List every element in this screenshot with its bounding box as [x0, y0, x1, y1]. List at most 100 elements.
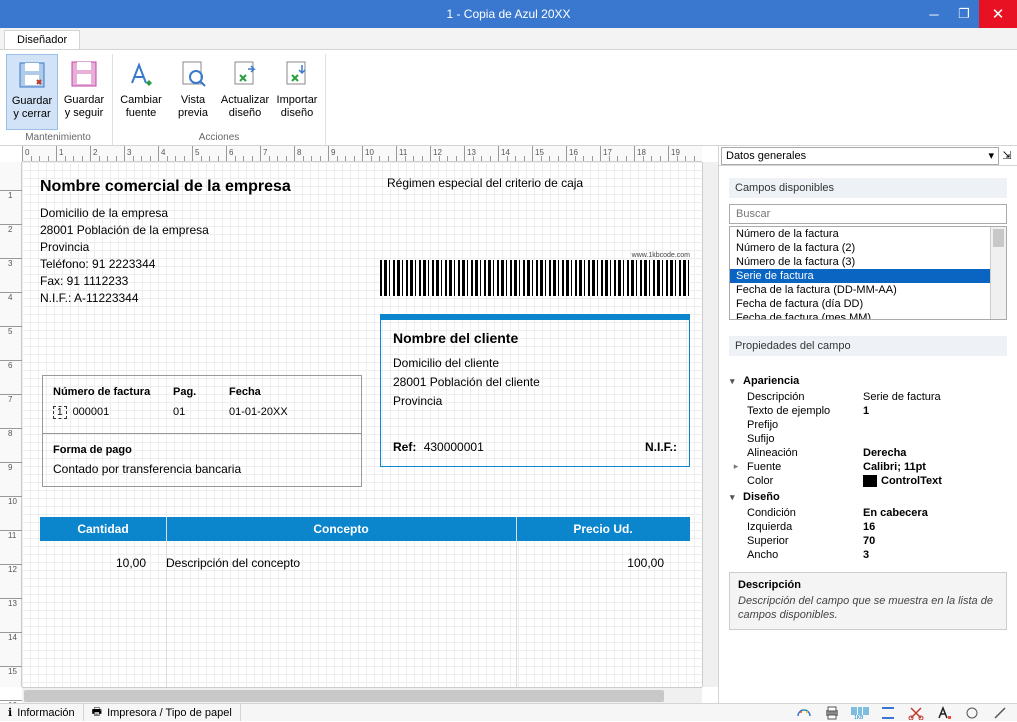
prop-izquierda[interactable]: Izquierda16	[729, 520, 1007, 534]
properties-panel: Datos generales ▾ ⇲ Campos disponibles N…	[718, 146, 1017, 703]
close-button[interactable]: ✕	[979, 0, 1017, 28]
ribbon-group-label-actions: Acciones	[115, 130, 323, 145]
tool-icons: 1KB	[795, 706, 1017, 720]
company-zip-city[interactable]: 28001 Población de la empresa	[40, 223, 692, 237]
invoice-meta-header: Número de factura Pag. Fecha	[43, 376, 361, 402]
panel-tab-select[interactable]: Datos generales ▾	[721, 147, 999, 165]
prop-ancho[interactable]: Ancho3	[729, 548, 1007, 562]
prop-condicion[interactable]: CondiciónEn cabecera	[729, 506, 1007, 520]
design-canvas-pane: Nombre comercial de la empresa Domicilio…	[0, 146, 718, 703]
section-field-properties: Propiedades del campo	[729, 336, 1007, 356]
font-icon	[125, 58, 157, 90]
save-continue-button[interactable]: Guardar y seguir	[58, 54, 110, 130]
invoice-page[interactable]: 01	[173, 406, 229, 419]
prop-superior[interactable]: Superior70	[729, 534, 1007, 548]
help-text: Descripción del campo que se muestra en …	[738, 594, 998, 623]
import-icon	[281, 58, 313, 90]
segment-tool-icon[interactable]	[879, 706, 897, 720]
tab-printer[interactable]: 🖶 Impresora / Tipo de papel	[84, 704, 241, 721]
invoice-date[interactable]: 01-01-20XX	[229, 406, 351, 419]
tax-regime-note[interactable]: Régimen especial del criterio de caja	[387, 176, 583, 190]
save-close-button[interactable]: Guardar y cerrar	[6, 54, 58, 130]
search-input[interactable]	[729, 204, 1007, 224]
field-list-item[interactable]: Fecha de la factura (DD-MM-AA)	[730, 283, 1006, 297]
design-canvas[interactable]: Nombre comercial de la empresa Domicilio…	[22, 162, 702, 687]
import-design-button[interactable]: Importar diseño	[271, 54, 323, 130]
prop-sufijo[interactable]: Sufijo	[729, 432, 1007, 446]
refresh-icon	[229, 58, 261, 90]
vertical-scrollbar[interactable]	[702, 162, 718, 687]
ribbon: Guardar y cerrar Guardar y seguir Manten…	[0, 50, 1017, 146]
field-list-item[interactable]: Número de la factura (3)	[730, 255, 1006, 269]
invoice-meta-box[interactable]: Número de factura Pag. Fecha 1 000001 01 …	[42, 375, 362, 487]
ribbon-group-label-maintenance: Mantenimiento	[6, 130, 110, 145]
ribbon-group-actions: Cambiar fuente Vista previa Actualizar d…	[113, 54, 326, 145]
prop-prefijo[interactable]: Prefijo	[729, 418, 1007, 432]
preview-button[interactable]: Vista previa	[167, 54, 219, 130]
line-desc[interactable]: Descripción del concepto	[166, 556, 516, 570]
line-qty[interactable]: 10,00	[40, 556, 166, 570]
field-list[interactable]: Número de la facturaNúmero de la factura…	[729, 226, 1007, 320]
scrollbar-thumb[interactable]	[24, 690, 664, 702]
window-title: 1 - Copia de Azul 20XX	[446, 7, 570, 21]
client-province[interactable]: Provincia	[393, 394, 677, 408]
barcode	[380, 260, 690, 296]
properties-grid: Apariencia DescripciónSerie de factura T…	[729, 372, 1007, 562]
prop-descripcion[interactable]: DescripciónSerie de factura	[729, 390, 1007, 404]
invoice-lines-header[interactable]: Cantidad Concepto Precio Ud.	[40, 517, 690, 541]
line-price[interactable]: 100,00	[516, 556, 690, 570]
field-list-item[interactable]: Número de la factura	[730, 227, 1006, 241]
svg-text:1KB: 1KB	[854, 715, 864, 720]
prop-alineacion[interactable]: AlineaciónDerecha	[729, 446, 1007, 460]
minimize-button[interactable]: ─	[919, 0, 949, 28]
line-tool-icon[interactable]	[991, 706, 1009, 720]
invoice-line-row[interactable]: 10,00 Descripción del concepto 100,00	[40, 556, 690, 570]
horizontal-scrollbar[interactable]	[22, 687, 702, 703]
field-list-scrollbar[interactable]	[990, 227, 1006, 319]
client-ref-value[interactable]: 430000001	[424, 440, 484, 454]
cut-icon[interactable]	[907, 706, 925, 720]
field-list-item[interactable]: Fecha de factura (día DD)	[730, 297, 1006, 311]
payment-method-value[interactable]: Contado por transferencia bancaria	[43, 458, 361, 486]
save-close-icon	[16, 59, 48, 91]
change-font-button[interactable]: Cambiar fuente	[115, 54, 167, 130]
field-list-item[interactable]: Fecha de factura (mes MM)	[730, 311, 1006, 320]
tab-information[interactable]: ℹ Información	[0, 704, 84, 721]
client-nif-label[interactable]: N.I.F.:	[645, 440, 677, 454]
tabbar: Diseñador	[0, 28, 1017, 50]
color-swatch	[863, 475, 877, 487]
field-list-item[interactable]: Serie de factura	[730, 269, 1006, 283]
pin-icon[interactable]: ⇲	[999, 149, 1015, 162]
ribbon-group-maintenance: Guardar y cerrar Guardar y seguir Manten…	[4, 54, 113, 145]
circle-tool-icon[interactable]	[963, 706, 981, 720]
refresh-design-button[interactable]: Actualizar diseño	[219, 54, 271, 130]
preview-icon	[177, 58, 209, 90]
invoice-serie-field[interactable]: 1	[53, 406, 67, 419]
client-box[interactable]: Nombre del cliente Domicilio del cliente…	[380, 314, 690, 467]
restore-button[interactable]: ❐	[949, 0, 979, 28]
barcode-tool-icon[interactable]: 1KB	[851, 706, 869, 720]
palette-icon[interactable]	[795, 706, 813, 720]
field-list-item[interactable]: Número de la factura (2)	[730, 241, 1006, 255]
group-design[interactable]: Diseño	[729, 488, 1007, 506]
tab-designer[interactable]: Diseñador	[4, 30, 80, 49]
printer-icon: 🖶	[92, 703, 102, 722]
prop-fuente[interactable]: ▸FuenteCalibri; 11pt	[729, 460, 1007, 474]
client-address[interactable]: Domicilio del cliente	[393, 356, 677, 370]
prop-color[interactable]: ColorControlText	[729, 474, 1007, 488]
barcode-container[interactable]: www.1kbcode.com	[380, 252, 690, 296]
print-tool-icon[interactable]	[823, 706, 841, 720]
invoice-number[interactable]: 000001	[73, 406, 110, 418]
prop-texto-ejemplo[interactable]: Texto de ejemplo1	[729, 404, 1007, 418]
help-title: Descripción	[738, 579, 998, 591]
text-tool-icon[interactable]	[935, 706, 953, 720]
titlebar: 1 - Copia de Azul 20XX ─ ❐ ✕	[0, 0, 1017, 28]
company-name[interactable]: Nombre comercial de la empresa	[40, 178, 692, 196]
invoice-meta-values: 1 000001 01 01-01-20XX	[43, 402, 361, 433]
client-zip-city[interactable]: 28001 Población del cliente	[393, 375, 677, 389]
company-address[interactable]: Domicilio de la empresa	[40, 206, 692, 220]
group-appearance[interactable]: Apariencia	[729, 372, 1007, 390]
client-name[interactable]: Nombre del cliente	[393, 330, 677, 346]
scrollbar-thumb[interactable]	[993, 229, 1004, 247]
barcode-source-url: www.1kbcode.com	[380, 252, 690, 259]
